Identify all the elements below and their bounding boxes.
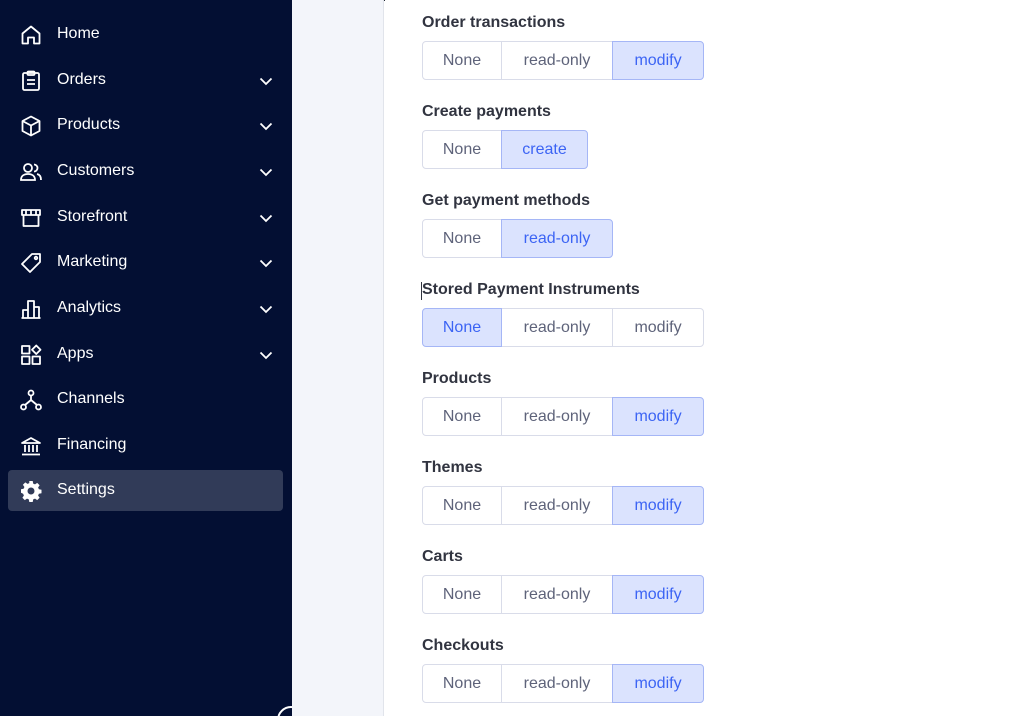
option-read-only[interactable]: read-only	[501, 664, 613, 703]
permission-title: Create payments	[422, 103, 551, 120]
option-none[interactable]: None	[422, 41, 502, 80]
permission-carts: Carts None read-only modify	[422, 547, 704, 614]
option-none[interactable]: None	[422, 486, 502, 525]
content-gutter	[292, 0, 384, 716]
gear-icon	[18, 478, 43, 503]
option-modify[interactable]: modify	[612, 397, 704, 436]
permission-create-payments: Create payments None create	[422, 102, 588, 169]
sidebar-item-label: Settings	[57, 481, 115, 498]
sidebar-item-label: Home	[57, 25, 100, 42]
chevron-down-icon[interactable]	[257, 254, 275, 272]
sidebar-item-label: Financing	[57, 436, 127, 453]
channels-icon	[18, 387, 43, 412]
sidebar-item-label: Apps	[57, 345, 94, 362]
sidebar-item-channels[interactable]: Channels	[8, 379, 283, 420]
option-read-only[interactable]: read-only	[501, 308, 613, 347]
sidebar-item-home[interactable]: Home	[8, 14, 283, 55]
permission-products: Products None read-only modify	[422, 369, 704, 436]
orders-icon	[18, 68, 43, 93]
sidebar-item-label: Storefront	[57, 208, 128, 225]
permission-title: Stored Payment Instruments	[422, 281, 640, 298]
sidebar: Home Orders Products Customers Storefron…	[0, 0, 305, 716]
option-modify[interactable]: modify	[612, 486, 704, 525]
option-none[interactable]: None	[422, 397, 502, 436]
bar-chart-icon	[18, 296, 43, 321]
permission-toggle-group: None read-only modify	[422, 397, 704, 436]
option-none[interactable]: None	[422, 130, 502, 169]
apps-icon	[18, 342, 43, 367]
option-modify[interactable]: modify	[612, 664, 704, 703]
sidebar-item-financing[interactable]: Financing	[8, 425, 283, 466]
option-modify[interactable]: modify	[612, 41, 704, 80]
customers-icon	[18, 159, 43, 184]
permission-toggle-group: None read-only modify	[422, 486, 704, 525]
permission-themes: Themes None read-only modify	[422, 458, 704, 525]
option-modify[interactable]: modify	[612, 575, 704, 614]
permission-title: Products	[422, 370, 492, 387]
box-icon	[18, 113, 43, 138]
sidebar-item-label: Orders	[57, 71, 106, 88]
chevron-down-icon[interactable]	[257, 72, 275, 90]
sidebar-item-storefront[interactable]: Storefront	[8, 197, 283, 238]
sidebar-item-analytics[interactable]: Analytics	[8, 288, 283, 329]
permission-title: Carts	[422, 548, 463, 565]
sidebar-item-label: Marketing	[57, 253, 128, 270]
permission-toggle-group: None read-only modify	[422, 41, 704, 80]
option-read-only[interactable]: read-only	[501, 397, 613, 436]
permission-title: Get payment methods	[422, 192, 591, 209]
option-read-only[interactable]: read-only	[501, 575, 613, 614]
sidebar-item-label: Channels	[57, 390, 125, 407]
chevron-down-icon[interactable]	[257, 346, 275, 364]
permission-stored-payment-instruments: Stored Payment Instruments None read-onl…	[421, 280, 704, 347]
permission-toggle-group: None read-only	[422, 219, 613, 258]
option-read-only[interactable]: read-only	[501, 41, 613, 80]
chevron-down-icon[interactable]	[257, 117, 275, 135]
permissions-panel: Order transactions None read-only modify…	[385, 0, 1024, 716]
sidebar-item-orders[interactable]: Orders	[8, 60, 283, 101]
permission-title: Checkouts	[422, 637, 504, 654]
option-read-only[interactable]: read-only	[501, 219, 613, 258]
home-icon	[18, 22, 43, 47]
permission-order-transactions: Order transactions None read-only modify	[422, 13, 704, 80]
bank-icon	[18, 433, 43, 458]
sidebar-item-apps[interactable]: Apps	[8, 334, 283, 375]
permission-checkouts: Checkouts None read-only modify	[422, 636, 704, 703]
sidebar-item-label: Analytics	[57, 299, 122, 316]
storefront-icon	[18, 205, 43, 230]
sidebar-item-customers[interactable]: Customers	[8, 151, 283, 192]
option-none[interactable]: None	[422, 219, 502, 258]
option-none[interactable]: None	[422, 664, 502, 703]
chevron-down-icon[interactable]	[257, 209, 275, 227]
option-modify[interactable]: modify	[612, 308, 704, 347]
permission-title: Order transactions	[422, 14, 566, 31]
permission-get-payment-methods: Get payment methods None read-only	[422, 191, 613, 258]
option-read-only[interactable]: read-only	[501, 486, 613, 525]
chevron-down-icon[interactable]	[257, 300, 275, 318]
option-none[interactable]: None	[422, 308, 502, 347]
option-create[interactable]: create	[501, 130, 588, 169]
permission-toggle-group: None read-only modify	[422, 575, 704, 614]
sidebar-item-label: Customers	[57, 162, 135, 179]
chevron-down-icon[interactable]	[257, 163, 275, 181]
sidebar-item-products[interactable]: Products	[8, 105, 283, 146]
sidebar-item-settings[interactable]: Settings	[8, 470, 283, 511]
text-cursor	[421, 282, 422, 300]
sidebar-item-label: Products	[57, 116, 121, 133]
sidebar-item-marketing[interactable]: Marketing	[8, 242, 283, 283]
option-none[interactable]: None	[422, 575, 502, 614]
permission-title: Themes	[422, 459, 483, 476]
permission-toggle-group: None read-only modify	[422, 308, 704, 347]
tag-icon	[18, 250, 43, 275]
permission-toggle-group: None create	[422, 130, 588, 169]
permission-toggle-group: None read-only modify	[422, 664, 704, 703]
